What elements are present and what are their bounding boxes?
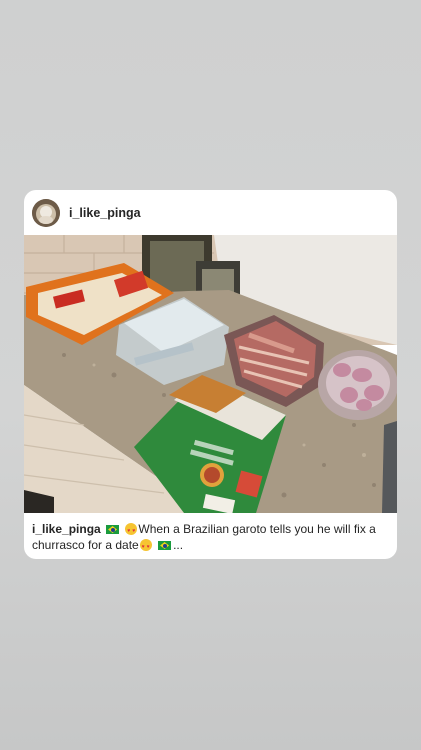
heart-eyes-emoji-icon: [139, 539, 152, 555]
post-header: i_like_pinga: [24, 190, 397, 235]
post-username[interactable]: i_like_pinga: [69, 206, 141, 220]
caption-more[interactable]: ...: [173, 538, 183, 552]
caption-username[interactable]: i_like_pinga: [32, 522, 101, 536]
churrasco-meat-photo: [24, 235, 397, 513]
user-avatar[interactable]: [32, 198, 60, 227]
brazil-flag-icon: [106, 525, 120, 534]
heart-eyes-emoji-icon: [125, 523, 138, 539]
avatar-image: [32, 198, 60, 227]
post-photo[interactable]: [24, 235, 397, 513]
story-post-card[interactable]: i_like_pinga i_like_pinga ♥ ♥ When a Bra…: [24, 190, 397, 559]
caption-text-line1: When a Brazilian garoto tells you he wil…: [138, 522, 366, 536]
brazil-flag-icon: [158, 541, 172, 550]
post-caption: i_like_pinga When a Brazilian garoto tel…: [32, 521, 390, 555]
